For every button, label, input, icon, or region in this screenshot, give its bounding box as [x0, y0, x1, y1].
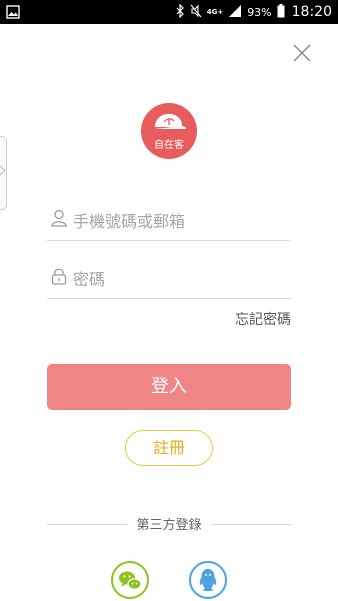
- cap-icon: [155, 113, 186, 129]
- user-icon: [51, 209, 67, 231]
- password-field[interactable]: [47, 262, 291, 299]
- battery-icon: [277, 3, 285, 21]
- signal-icon: [228, 4, 242, 20]
- login-button[interactable]: 登入: [47, 364, 291, 410]
- side-drawer-handle[interactable]: [0, 136, 7, 210]
- mute-icon: [190, 4, 202, 21]
- clock: 18:20: [291, 4, 332, 20]
- logo-text: 自在客: [154, 140, 184, 151]
- battery-percent: 93%: [247, 5, 272, 19]
- register-button[interactable]: 註冊: [125, 430, 213, 466]
- account-field[interactable]: [47, 204, 291, 241]
- third-party-login-label: 第三方登錄: [130, 518, 208, 533]
- status-bar: 4G+ 93% 18:20: [0, 0, 338, 24]
- qq-penguin-icon: [199, 569, 217, 591]
- bluetooth-icon: [176, 3, 185, 21]
- password-input[interactable]: [73, 264, 283, 294]
- app-logo: 自在客: [141, 103, 197, 159]
- wechat-icon: [119, 571, 142, 590]
- qq-login-button[interactable]: [189, 561, 227, 599]
- gallery-notification-icon: [6, 4, 20, 23]
- lock-icon: [51, 267, 67, 289]
- third-party-login-heading: 第三方登錄: [0, 514, 338, 533]
- close-button[interactable]: [292, 43, 312, 63]
- wechat-login-button[interactable]: [111, 561, 149, 599]
- close-icon: [293, 44, 311, 62]
- network-type: 4G+: [206, 7, 224, 16]
- forgot-password-link[interactable]: 忘記密碼: [235, 309, 291, 329]
- account-input[interactable]: [73, 206, 283, 236]
